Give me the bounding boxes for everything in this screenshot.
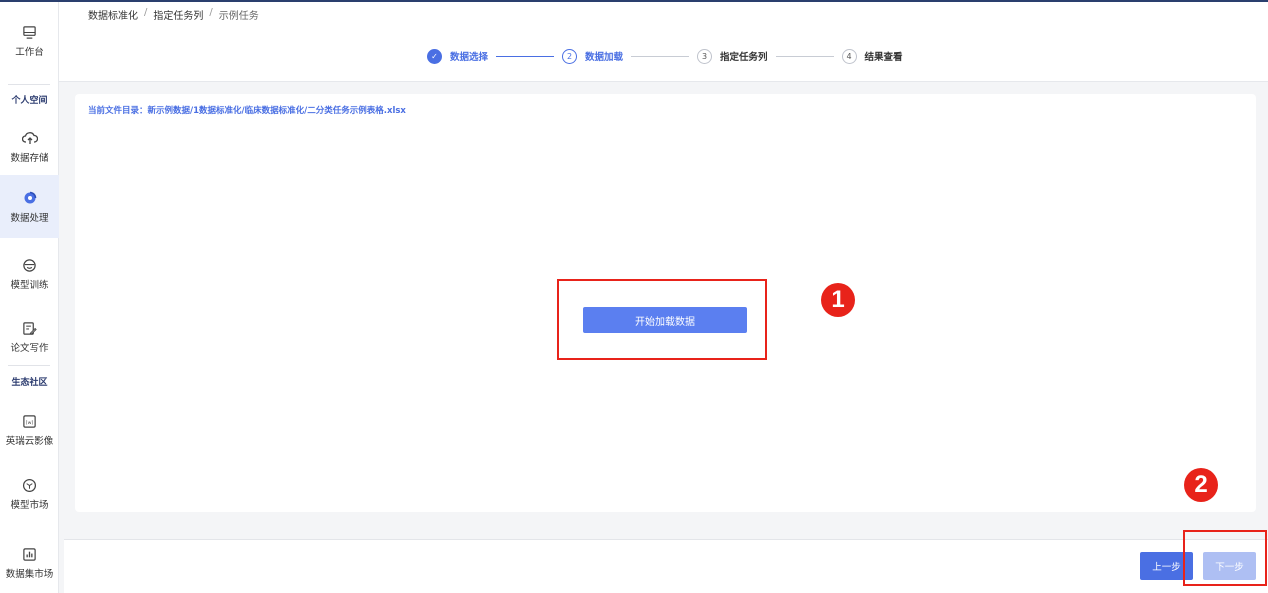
sidebar-item-workbench[interactable]: 工作台 <box>0 24 59 58</box>
breadcrumb: 数据标准化 / 指定任务列 / 示例任务 <box>88 7 259 22</box>
model-train-icon <box>22 257 38 273</box>
step-indicator: ✓ 数据选择 2 数据加载 3 指定任务列 4 结果查看 <box>427 46 903 66</box>
sidebar-item-yingrui-imaging[interactable]: [w] 英瑞云影像 <box>0 413 59 447</box>
sidebar-item-label: 数据处理 <box>10 212 49 224</box>
breadcrumb-current: 示例任务 <box>218 11 259 22</box>
breadcrumb-separator: / <box>209 7 213 18</box>
svg-text:[w]: [w] <box>26 419 34 425</box>
data-process-icon <box>22 190 38 206</box>
step-number: 4 <box>841 48 857 64</box>
sidebar-item-label: 数据集市场 <box>5 569 54 580</box>
step-label: 结果查看 <box>864 52 903 63</box>
annotation-box-2 <box>1183 530 1267 586</box>
step-label: 指定任务列 <box>720 52 768 63</box>
step-label: 数据选择 <box>450 52 489 63</box>
paper-edit-icon <box>22 320 38 336</box>
cube-icon <box>22 477 38 493</box>
step-connector <box>775 55 834 57</box>
sidebar-item-label: 论文写作 <box>10 343 49 354</box>
section-community: 生态社区 <box>11 378 48 388</box>
step-connector <box>496 55 555 57</box>
monitor-icon <box>22 24 38 40</box>
annotation-box-1 <box>557 279 767 360</box>
step-label: 数据加载 <box>585 52 624 63</box>
bar-chart-icon <box>22 546 38 562</box>
sidebar: 工作台 个人空间 数据存储 数据处理 模型训练 论文写作 生态社区 [w] 英瑞… <box>0 2 59 593</box>
sidebar-item-model-training[interactable]: 模型训练 <box>0 257 59 291</box>
breadcrumb-item[interactable]: 指定任务列 <box>153 7 203 22</box>
cloud-upload-icon <box>21 130 38 146</box>
breadcrumb-separator: / <box>144 7 148 18</box>
sidebar-item-dataset-market[interactable]: 数据集市场 <box>0 546 59 580</box>
step-task-column: 3 指定任务列 <box>697 48 768 64</box>
step-number: 3 <box>697 48 713 64</box>
footer-bar <box>64 539 1268 593</box>
file-path: 当前文件目录：新示例数据/1数据标准化/临床数据标准化/二分类任务示例表格.xl… <box>88 106 406 116</box>
sidebar-item-label: 模型市场 <box>10 500 49 511</box>
step-results: 4 结果查看 <box>841 48 903 64</box>
step-data-loading: 2 数据加载 <box>562 48 624 64</box>
sidebar-item-label: 工作台 <box>15 47 44 58</box>
breadcrumb-item[interactable]: 数据标准化 <box>88 7 138 22</box>
sidebar-item-paper-writing[interactable]: 论文写作 <box>0 320 59 354</box>
sidebar-item-model-market[interactable]: 模型市场 <box>0 477 59 511</box>
step-connector <box>631 55 690 57</box>
sidebar-item-label: 数据存储 <box>10 153 49 164</box>
step-number: 2 <box>562 48 578 64</box>
sidebar-item-data-storage[interactable]: 数据存储 <box>0 130 59 164</box>
image-frame-icon: [w] <box>22 413 38 429</box>
section-personal: 个人空间 <box>11 96 48 106</box>
step-data-selection: ✓ 数据选择 <box>427 48 489 64</box>
sidebar-item-data-processing[interactable]: 数据处理 <box>0 175 59 238</box>
annotation-marker-2: 2 <box>1184 468 1218 502</box>
divider <box>8 365 50 366</box>
sidebar-item-label: 英瑞云影像 <box>5 436 54 447</box>
annotation-marker-1: 1 <box>821 283 855 317</box>
divider <box>8 84 50 85</box>
header: 数据标准化 / 指定任务列 / 示例任务 ✓ 数据选择 2 数据加载 3 指定任… <box>59 2 1268 82</box>
check-icon: ✓ <box>427 48 442 64</box>
sidebar-item-label: 模型训练 <box>10 280 49 291</box>
